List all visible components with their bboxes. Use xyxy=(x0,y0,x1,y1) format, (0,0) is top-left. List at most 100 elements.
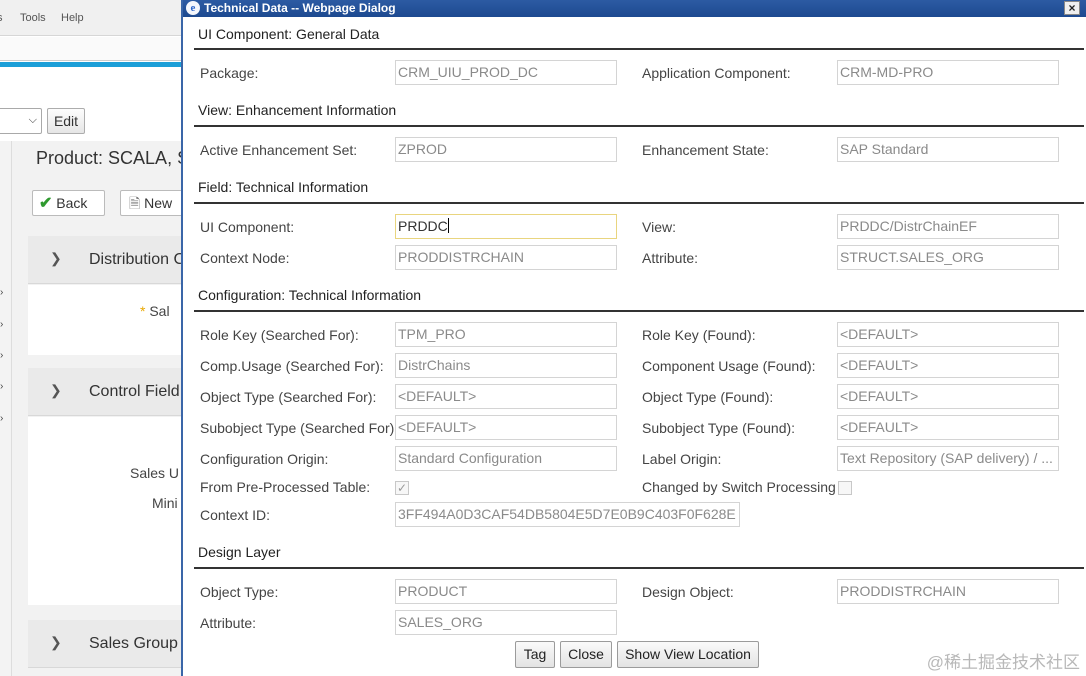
view-field[interactable]: PRDDC/DistrChainEF xyxy=(837,214,1059,239)
comp-usage-searched-label: Comp.Usage (Searched For): xyxy=(200,358,384,374)
enhancement-set-label: Active Enhancement Set: xyxy=(200,142,358,158)
package-label: Package: xyxy=(200,65,259,81)
configuration-origin-field[interactable]: Standard Configuration xyxy=(395,446,617,471)
subobject-type-found-field[interactable]: <DEFAULT> xyxy=(837,415,1059,440)
section-view-enhancement: View: Enhancement Information xyxy=(198,102,397,118)
distribution-panel: * Sal xyxy=(28,285,190,355)
configuration-origin-label: Configuration Origin: xyxy=(200,451,329,467)
menu-item-tools[interactable]: Tools xyxy=(20,12,46,24)
field-label: Mini xyxy=(152,495,178,511)
menu-item-s[interactable]: s xyxy=(0,12,3,24)
section-configuration: Configuration: Technical Information xyxy=(198,287,422,303)
close-button[interactable]: Close xyxy=(560,641,612,668)
tag-button[interactable]: Tag xyxy=(515,641,555,668)
menu-item-help[interactable]: Help xyxy=(61,12,84,24)
address-bar[interactable] xyxy=(0,37,190,61)
subobject-type-found-label: Subobject Type (Found): xyxy=(642,420,796,436)
chevron-right-icon[interactable]: › xyxy=(0,350,3,361)
view-select[interactable]: ⌵ xyxy=(0,108,42,134)
design-attribute-label: Attribute: xyxy=(200,615,257,631)
pre-processed-label: From Pre-Processed Table: xyxy=(200,479,371,495)
browser-icon: e xyxy=(186,1,200,15)
edit-button[interactable]: Edit xyxy=(47,108,85,134)
dialog-titlebar[interactable]: e Technical Data -- Webpage Dialog × xyxy=(183,0,1086,17)
dialog-content: UI Component: General Data Package: CRM_… xyxy=(183,17,1086,676)
context-id-label: Context ID: xyxy=(200,507,271,523)
section-sales-group[interactable]: ❯ Sales Group xyxy=(28,620,190,668)
context-id-field[interactable]: 3FF494A0D3CAF54DB5804E5D7E0B9C403F0F628E xyxy=(395,502,740,527)
field-label: Sales U xyxy=(130,465,180,481)
label-origin-label: Label Origin: xyxy=(642,451,722,467)
new-document-icon: 🗎 xyxy=(129,195,141,211)
switch-processing-checkbox[interactable] xyxy=(838,481,852,495)
back-button[interactable]: ✔ Back xyxy=(32,190,105,216)
subobject-type-searched-label: Subobject Type (Searched For): xyxy=(200,420,399,436)
package-field[interactable]: CRM_UIU_PROD_DC xyxy=(395,60,617,85)
design-object-field[interactable]: PRODDISTRCHAIN xyxy=(837,579,1059,604)
section-control-field[interactable]: ❯ Control Field xyxy=(28,368,190,416)
design-object-type-label: Object Type: xyxy=(200,584,279,600)
chevron-right-icon[interactable]: › xyxy=(0,413,3,424)
object-type-found-field[interactable]: <DEFAULT> xyxy=(837,384,1059,409)
component-usage-found-field[interactable]: <DEFAULT> xyxy=(837,353,1059,378)
section-title: Control Field xyxy=(89,383,180,400)
attribute-label: Attribute: xyxy=(642,250,699,266)
divider xyxy=(194,310,1084,312)
menu-bar: s Tools Help xyxy=(0,0,190,36)
section-title: Sales Group xyxy=(89,635,178,652)
show-view-location-button[interactable]: Show View Location xyxy=(617,641,759,668)
subobject-type-searched-field[interactable]: <DEFAULT> xyxy=(395,415,617,440)
pre-processed-checkbox[interactable]: ✓ xyxy=(395,481,409,495)
context-node-field[interactable]: PRODDISTRCHAIN xyxy=(395,245,617,270)
ui-component-label: UI Component: xyxy=(200,219,295,235)
design-object-type-field[interactable]: PRODUCT xyxy=(395,579,617,604)
dialog-title: Technical Data -- Webpage Dialog xyxy=(204,1,396,15)
section-title: Distribution C xyxy=(89,251,186,268)
application-component-field[interactable]: CRM-MD-PRO xyxy=(837,60,1059,85)
divider xyxy=(194,125,1084,127)
chevron-down-icon: ⌵ xyxy=(28,114,37,126)
design-object-label: Design Object: xyxy=(642,584,734,600)
checkmark-icon: ✔ xyxy=(39,195,53,212)
section-field-technical: Field: Technical Information xyxy=(198,179,369,195)
view-label: View: xyxy=(642,219,676,235)
chevron-right-icon[interactable]: › xyxy=(0,319,3,330)
role-key-found-label: Role Key (Found): xyxy=(642,327,756,343)
attribute-field[interactable]: STRUCT.SALES_ORG xyxy=(837,245,1059,270)
object-type-searched-field[interactable]: <DEFAULT> xyxy=(395,384,617,409)
new-button[interactable]: 🗎 New xyxy=(120,190,190,216)
back-label: Back xyxy=(56,195,88,211)
chevron-right-icon[interactable]: › xyxy=(0,381,3,392)
left-nav-strip: › › › › › xyxy=(0,141,12,676)
chevron-down-icon: ❯ xyxy=(50,634,62,650)
enhancement-set-field[interactable]: ZPROD xyxy=(395,137,617,162)
chevron-down-icon: ❯ xyxy=(50,382,62,398)
object-type-found-label: Object Type (Found): xyxy=(642,389,774,405)
comp-usage-searched-field[interactable]: DistrChains xyxy=(395,353,617,378)
label-origin-field[interactable]: Text Repository (SAP delivery) / ... xyxy=(837,446,1059,471)
section-distribution[interactable]: ❯ Distribution C xyxy=(28,236,190,284)
product-title: Product: SCALA, S xyxy=(36,148,190,168)
application-component-label: Application Component: xyxy=(642,65,791,81)
background-application: s Tools Help ⌵ Edit › › › › › Product: S… xyxy=(0,0,190,676)
enhancement-state-label: Enhancement State: xyxy=(642,142,769,158)
section-design-layer: Design Layer xyxy=(198,544,281,560)
section-general-data: UI Component: General Data xyxy=(198,26,380,42)
component-usage-found-label: Component Usage (Found): xyxy=(642,358,816,374)
role-key-found-field[interactable]: <DEFAULT> xyxy=(837,322,1059,347)
role-key-searched-field[interactable]: TPM_PRO xyxy=(395,322,617,347)
ui-component-field[interactable]: PRDDC xyxy=(395,214,617,239)
close-icon[interactable]: × xyxy=(1064,1,1080,15)
control-field-panel: Sales U Mini xyxy=(28,417,190,605)
divider xyxy=(194,48,1084,50)
chevron-right-icon[interactable]: › xyxy=(0,287,3,298)
field-label: * Sal xyxy=(140,303,170,319)
divider xyxy=(194,202,1084,204)
enhancement-state-field[interactable]: SAP Standard xyxy=(837,137,1059,162)
object-type-searched-label: Object Type (Searched For): xyxy=(200,389,377,405)
chevron-down-icon: ❯ xyxy=(50,250,62,266)
switch-processing-label: Changed by Switch Processing xyxy=(642,479,836,495)
technical-data-dialog: e Technical Data -- Webpage Dialog × UI … xyxy=(181,0,1086,676)
new-label: New xyxy=(144,195,173,211)
design-attribute-field[interactable]: SALES_ORG xyxy=(395,610,617,635)
